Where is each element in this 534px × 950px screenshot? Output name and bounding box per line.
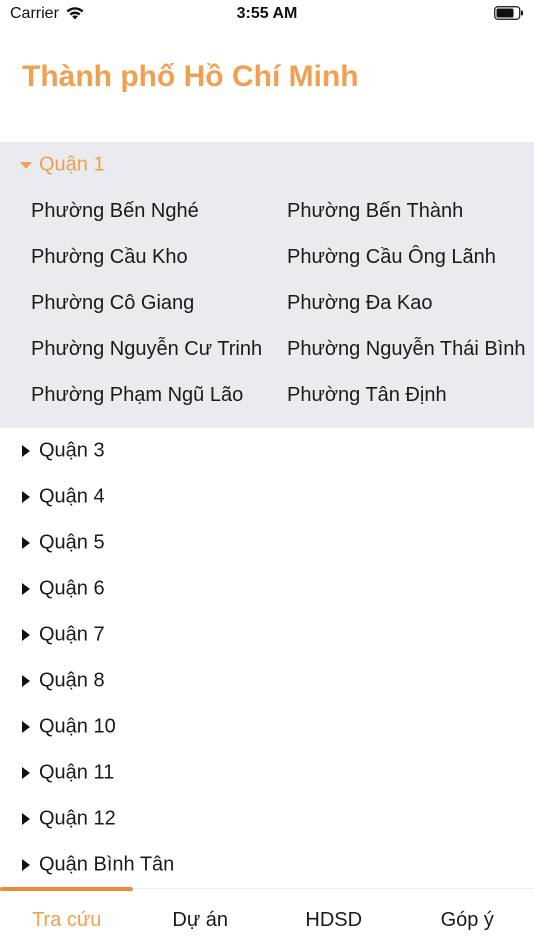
district-header[interactable]: Quận 8 bbox=[0, 658, 534, 704]
district-label: Quận 10 bbox=[39, 715, 116, 738]
tab-du-an[interactable]: Dự án bbox=[134, 889, 268, 950]
ward-item[interactable]: Phường Bến Nghé bbox=[31, 188, 287, 234]
triangle-right-icon bbox=[22, 445, 30, 457]
district-header[interactable]: Quận 11 bbox=[0, 750, 534, 796]
district-label: Quận 1 bbox=[39, 153, 105, 176]
tab-bar: Tra cứu Dự án HDSD Góp ý bbox=[0, 887, 534, 950]
ward-item[interactable]: Phường Phạm Ngũ Lão bbox=[31, 372, 287, 418]
triangle-right-icon bbox=[22, 537, 30, 549]
battery-icon bbox=[494, 6, 523, 20]
triangle-down-icon bbox=[20, 162, 32, 169]
district-label: Quận Bình Tân bbox=[39, 853, 175, 876]
district-header[interactable]: Quận 4 bbox=[0, 474, 534, 520]
district-label: Quận 11 bbox=[39, 761, 115, 784]
triangle-right-icon bbox=[22, 629, 30, 641]
district-label: Quận 8 bbox=[39, 669, 105, 692]
ward-item[interactable]: Phường Nguyễn Cư Trinh bbox=[31, 326, 287, 372]
ward-grid: Phường Bến Nghé Phường Bến Thành Phường … bbox=[0, 188, 534, 428]
ward-item[interactable]: Phường Cầu Kho bbox=[31, 234, 287, 280]
ward-item[interactable]: Phường Tân Định bbox=[287, 372, 534, 418]
district-list[interactable]: Quận 1 Phường Bến Nghé Phường Bến Thành … bbox=[0, 142, 534, 888]
status-time: 3:55 AM bbox=[236, 5, 298, 22]
triangle-right-icon bbox=[22, 583, 30, 595]
district-group-expanded: Quận 1 Phường Bến Nghé Phường Bến Thành … bbox=[0, 142, 534, 428]
ward-item[interactable]: Phường Đa Kao bbox=[287, 280, 534, 326]
triangle-right-icon bbox=[22, 721, 30, 733]
ward-item[interactable]: Phường Bến Thành bbox=[287, 188, 534, 234]
district-header[interactable]: Quận 3 bbox=[0, 428, 534, 474]
ward-item[interactable]: Phường Cô Giang bbox=[31, 280, 287, 326]
triangle-right-icon bbox=[22, 767, 30, 779]
district-header-expanded[interactable]: Quận 1 bbox=[0, 142, 534, 188]
triangle-right-icon bbox=[22, 813, 30, 825]
triangle-right-icon bbox=[22, 491, 30, 503]
district-label: Quận 12 bbox=[39, 807, 116, 830]
district-header[interactable]: Quận 6 bbox=[0, 566, 534, 612]
tab-tra-cuu[interactable]: Tra cứu bbox=[0, 889, 134, 950]
status-bar: Carrier 3:55 AM bbox=[0, 0, 534, 30]
triangle-right-icon bbox=[22, 675, 30, 687]
district-header[interactable]: Quận 12 bbox=[0, 796, 534, 842]
district-header[interactable]: Quận 7 bbox=[0, 612, 534, 658]
page-title: Thành phố Hồ Chí Minh bbox=[22, 60, 359, 93]
district-label: Quận 7 bbox=[39, 623, 105, 646]
district-header[interactable]: Quận Bình Tân bbox=[0, 842, 534, 888]
triangle-right-icon bbox=[22, 859, 30, 871]
tab-gop-y[interactable]: Góp ý bbox=[401, 889, 534, 950]
ward-item[interactable]: Phường Cầu Ông Lãnh bbox=[287, 234, 534, 280]
district-label: Quận 5 bbox=[39, 531, 105, 554]
district-label: Quận 4 bbox=[39, 485, 105, 508]
district-header[interactable]: Quận 10 bbox=[0, 704, 534, 750]
district-label: Quận 6 bbox=[39, 577, 105, 600]
ward-item[interactable]: Phường Nguyễn Thái Bình bbox=[287, 326, 534, 372]
tab-hdsd[interactable]: HDSD bbox=[267, 889, 401, 950]
district-label: Quận 3 bbox=[39, 439, 105, 462]
district-header[interactable]: Quận 5 bbox=[0, 520, 534, 566]
